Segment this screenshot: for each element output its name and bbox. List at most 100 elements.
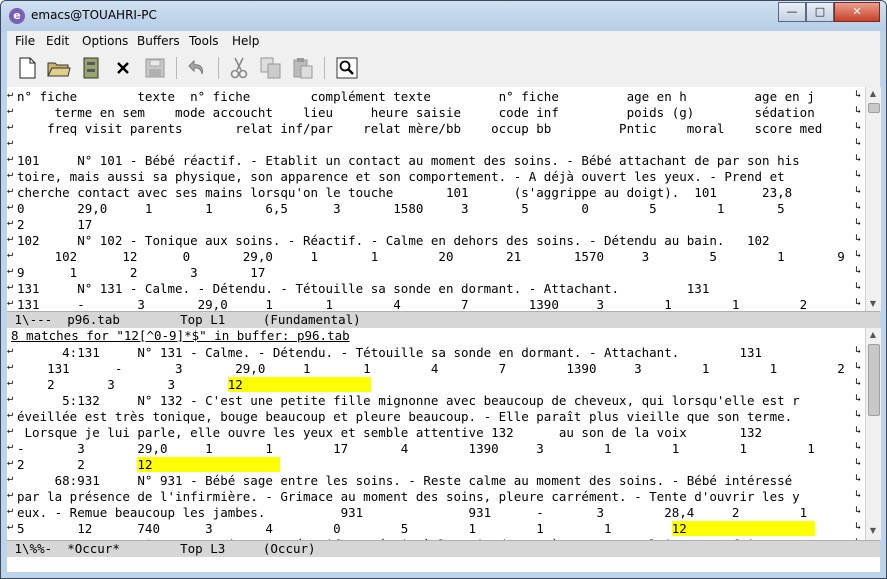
fringe-wrap-icon: ↳ [855, 265, 862, 276]
fringe-continuation-icon: ↵ [7, 137, 14, 148]
fringe-continuation-icon: ↵ [7, 361, 14, 372]
fringe-continuation-icon: ↵ [7, 473, 14, 484]
fringe-wrap-icon: ↳ [855, 169, 862, 180]
fringe-continuation-icon: ↵ [7, 89, 14, 100]
emacs-window: e emacs@TOUAHRI-PC — □ ✕ File Edit Optio… [0, 0, 887, 579]
fringe-continuation-icon: ↵ [7, 489, 14, 500]
fringe-continuation-icon: ↵ [7, 249, 14, 260]
fringe-continuation-icon: ↵ [7, 409, 14, 420]
scroll-thumb-occur[interactable] [868, 344, 880, 416]
fringe-wrap-icon: ↳ [855, 233, 862, 244]
copy-icon[interactable] [259, 56, 283, 80]
modeline-top: 1\--- p96.tab Top L1 (Fundamental) [7, 311, 880, 328]
fringe-continuation-icon: ↵ [7, 297, 14, 308]
scroll-up-arrow[interactable]: ▲ [868, 89, 878, 99]
fringe-continuation-icon: ↵ [7, 217, 14, 228]
occur-line: 5:132 N° 132 - C'est une petite fille mi… [17, 393, 800, 408]
close-button[interactable]: ✕ [834, 2, 880, 22]
fringe-wrap-icon: ↳ [855, 121, 862, 132]
occur-header: 8 matches for "12[^0-9]*$" in buffer: p9… [11, 328, 350, 343]
top-line: 131 N° 131 - Calme. - Détendu. - Tétouil… [17, 281, 710, 296]
occur-line: par la présence de l'infirmière. - Grima… [17, 489, 800, 504]
menu-edit[interactable]: Edit [46, 34, 69, 48]
fringe-continuation-icon: ↵ [7, 457, 14, 468]
occur-line: 131 - 3 29,0 1 1 4 7 1390 3 1 1 2 [17, 361, 845, 376]
menu-options[interactable]: Options [82, 34, 128, 48]
fringe-wrap-icon: ↳ [855, 345, 862, 356]
toolbar-separator [176, 57, 177, 79]
scroll-down-arrow[interactable]: ▼ [868, 299, 878, 309]
open-folder-icon[interactable] [47, 56, 71, 80]
window-controls: — □ ✕ [778, 2, 880, 22]
cut-icon[interactable] [227, 56, 251, 80]
occur-line: 2 2 12 [17, 457, 281, 472]
toolbar-separator [218, 57, 219, 79]
top-line: freq visit parents relat inf/par relat m… [17, 121, 823, 136]
fringe-wrap-icon: ↳ [855, 185, 862, 196]
top-line: toire, mais aussi sa physique, son appar… [17, 169, 785, 184]
scroll-up-arrow[interactable]: ▲ [868, 330, 878, 340]
top-line: 102 12 0 29,0 1 1 20 21 1570 3 5 1 9 [17, 249, 845, 264]
menu-file[interactable]: File [15, 34, 35, 48]
close-buffer-icon[interactable] [111, 56, 135, 80]
match-highlight[interactable]: 12 [671, 521, 815, 536]
fringe-wrap-icon: ↳ [855, 105, 862, 116]
scrollbar-occur[interactable]: ▲ ▼ [865, 328, 881, 540]
top-line: 9 1 2 3 17 [17, 265, 266, 280]
minimize-button[interactable]: — [778, 2, 806, 22]
menu-bar: File Edit Options Buffers Tools Help [7, 31, 880, 51]
fringe-continuation-icon: ↵ [7, 441, 14, 452]
fringe-wrap-icon: ↳ [855, 201, 862, 212]
fringe-wrap-icon: ↳ [855, 393, 862, 404]
top-line: 0 29,0 1 1 6,5 3 1580 3 5 0 5 1 5 [17, 201, 785, 216]
top-line: n° fiche texte n° fiche complément texte… [17, 89, 815, 104]
directory-icon[interactable] [79, 56, 103, 80]
menu-help[interactable]: Help [232, 34, 259, 48]
tool-bar [7, 51, 880, 88]
occur-line: 2 3 3 12 [17, 377, 371, 392]
save-icon[interactable] [143, 56, 167, 80]
search-icon[interactable] [335, 56, 359, 80]
new-file-icon[interactable] [15, 56, 39, 80]
match-highlight[interactable]: 12 [137, 457, 281, 472]
fringe-wrap-icon: ↳ [855, 489, 862, 500]
emacs-app-icon: e [9, 8, 25, 24]
fringe-wrap-icon: ↳ [855, 521, 862, 532]
maximize-button[interactable]: □ [806, 2, 834, 22]
menu-tools[interactable]: Tools [189, 34, 219, 48]
fringe-continuation-icon: ↵ [7, 281, 14, 292]
fringe-continuation-icon: ↵ [7, 201, 14, 212]
buffer-occur[interactable]: 8 matches for "12[^0-9]*$" in buffer: p9… [7, 328, 865, 552]
occur-line: 5 12 740 3 4 0 5 1 1 1 12 [17, 521, 815, 536]
top-line: 2 17 [17, 217, 93, 232]
fringe-continuation-icon: ↵ [7, 345, 14, 356]
menu-buffers[interactable]: Buffers [137, 34, 180, 48]
occur-line: - 3 29,0 1 1 17 4 1390 3 1 1 1 1 [17, 441, 815, 456]
minibuffer[interactable] [7, 557, 880, 572]
scroll-thumb-top[interactable] [868, 103, 880, 113]
top-line: 101 N° 101 - Bébé réactif. - Etablit un … [17, 153, 800, 168]
paste-icon[interactable] [291, 56, 315, 80]
fringe-continuation-icon: ↵ [7, 169, 14, 180]
fringe-continuation-icon: ↵ [7, 521, 14, 532]
fringe-wrap-icon: ↳ [855, 457, 862, 468]
occur-line: eux. - Remue beaucoup les jambes. 931 93… [17, 505, 808, 520]
fringe-wrap-icon: ↳ [855, 361, 862, 372]
occur-line: Lorsque je lui parle, elle ouvre les yeu… [17, 425, 763, 440]
occur-line: 68:931 N° 931 - Bébé sage entre les soin… [17, 473, 793, 488]
fringe-continuation-icon: ↵ [7, 185, 14, 196]
fringe-continuation-icon: ↵ [7, 505, 14, 516]
scrollbar-top[interactable]: ▲ ▼ [865, 87, 881, 311]
fringe-wrap-icon: ↳ [855, 281, 862, 292]
fringe-continuation-icon: ↵ [7, 425, 14, 436]
undo-icon[interactable] [185, 56, 209, 80]
match-highlight[interactable]: 12 [227, 377, 371, 392]
occur-line: 4:131 N° 131 - Calme. - Détendu. - Tétou… [17, 345, 763, 360]
scroll-down-arrow[interactable]: ▼ [868, 526, 878, 536]
buffer-p96-tab[interactable]: n° fiche texte n° fiche complément texte… [7, 87, 865, 312]
fringe-continuation-icon: ↵ [7, 105, 14, 116]
fringe-continuation-icon: ↵ [7, 153, 14, 164]
fringe-wrap-icon: ↳ [855, 297, 862, 308]
title-bar[interactable]: e emacs@TOUAHRI-PC — □ ✕ [1, 1, 886, 31]
fringe-continuation-icon: ↵ [7, 121, 14, 132]
